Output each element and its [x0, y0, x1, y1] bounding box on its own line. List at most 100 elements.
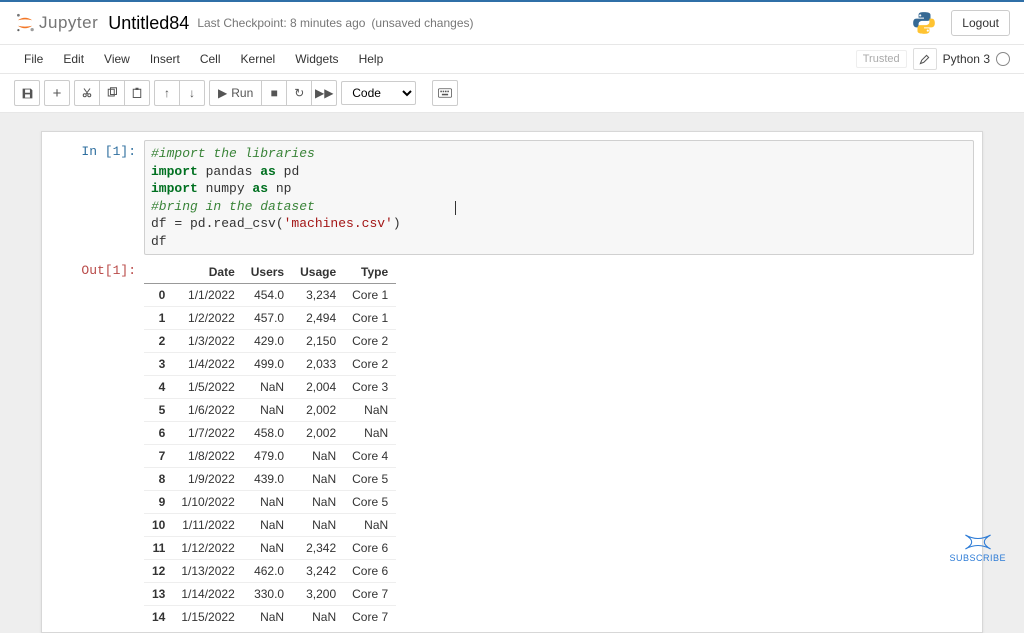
row-index: 9 [144, 491, 173, 514]
cell: Core 2 [344, 353, 396, 376]
keyboard-icon [438, 88, 452, 98]
menu-insert[interactable]: Insert [140, 48, 190, 70]
pencil-icon [919, 54, 930, 65]
menu-edit[interactable]: Edit [53, 48, 94, 70]
notebook-title[interactable]: Untitled84 [108, 13, 189, 34]
row-index: 14 [144, 606, 173, 629]
notebook-container: In [1]: #import the libraries import pan… [41, 131, 983, 633]
jupyter-icon [14, 12, 36, 34]
plus-icon: + [53, 86, 62, 101]
input-prompt: In [1]: [50, 140, 144, 255]
copy-button[interactable] [99, 80, 125, 106]
row-index: 2 [144, 330, 173, 353]
cell: 1/15/2022 [173, 606, 242, 629]
menu-cell[interactable]: Cell [190, 48, 231, 70]
row-index: 13 [144, 583, 173, 606]
cell: Core 6 [344, 560, 396, 583]
arrow-up-icon: ↑ [164, 86, 170, 100]
cell: 2,033 [292, 353, 344, 376]
cell: 429.0 [243, 330, 292, 353]
cell: 1/8/2022 [173, 445, 242, 468]
row-index: 4 [144, 376, 173, 399]
code-cell[interactable]: In [1]: #import the libraries import pan… [42, 132, 982, 259]
row-index: 0 [144, 284, 173, 307]
unsaved-text: (unsaved changes) [371, 16, 473, 30]
move-down-button[interactable]: ↓ [179, 80, 205, 106]
table-row: 71/8/2022479.0NaNCore 4 [144, 445, 396, 468]
cell: 2,342 [292, 537, 344, 560]
python-icon [911, 10, 937, 36]
restart-run-all-button[interactable]: ▶▶ [311, 80, 337, 106]
cell: 462.0 [243, 560, 292, 583]
restart-button[interactable]: ↻ [286, 80, 312, 106]
logout-button[interactable]: Logout [951, 10, 1010, 36]
row-index: 3 [144, 353, 173, 376]
insert-cell-button[interactable]: + [44, 80, 70, 106]
restart-icon: ↻ [294, 86, 304, 100]
cell: 439.0 [243, 468, 292, 491]
row-index: 8 [144, 468, 173, 491]
paste-button[interactable] [124, 80, 150, 106]
cell: 1/12/2022 [173, 537, 242, 560]
cell: NaN [292, 445, 344, 468]
cell: 499.0 [243, 353, 292, 376]
cell: Core 6 [344, 537, 396, 560]
row-index: 5 [144, 399, 173, 422]
cell: 2,494 [292, 307, 344, 330]
cell: 1/3/2022 [173, 330, 242, 353]
trusted-badge[interactable]: Trusted [856, 50, 907, 68]
fast-forward-icon: ▶▶ [315, 86, 333, 100]
notebook-header: Jupyter Untitled84 Last Checkpoint: 8 mi… [0, 2, 1024, 45]
cell: NaN [292, 468, 344, 491]
text-cursor [455, 201, 456, 215]
run-button[interactable]: ▶Run [209, 80, 262, 106]
cell: NaN [344, 514, 396, 537]
menu-widgets[interactable]: Widgets [285, 48, 348, 70]
stop-icon: ■ [271, 86, 278, 100]
col-date: Date [173, 261, 242, 284]
cell: 1/5/2022 [173, 376, 242, 399]
save-button[interactable] [14, 80, 40, 106]
code-editor[interactable]: #import the libraries import pandas as p… [144, 140, 974, 255]
cell: 1/13/2022 [173, 560, 242, 583]
cell: 1/2/2022 [173, 307, 242, 330]
menu-kernel[interactable]: Kernel [231, 48, 286, 70]
move-up-button[interactable]: ↑ [154, 80, 180, 106]
table-row: 51/6/2022NaN2,002NaN [144, 399, 396, 422]
cell: Core 7 [344, 583, 396, 606]
play-icon: ▶ [218, 86, 227, 100]
cut-button[interactable] [74, 80, 100, 106]
cell: 458.0 [243, 422, 292, 445]
cell: NaN [243, 514, 292, 537]
table-row: 21/3/2022429.02,150Core 2 [144, 330, 396, 353]
cell: Core 5 [344, 468, 396, 491]
table-row: 81/9/2022439.0NaNCore 5 [144, 468, 396, 491]
command-palette-button[interactable] [432, 80, 458, 106]
subscribe-badge: SUBSCRIBE [949, 533, 1006, 563]
edit-metadata-button[interactable] [913, 48, 937, 70]
kernel-indicator[interactable]: Python 3 [943, 52, 1010, 66]
row-index: 6 [144, 422, 173, 445]
cell: Core 3 [344, 376, 396, 399]
table-row: 01/1/2022454.03,234Core 1 [144, 284, 396, 307]
interrupt-button[interactable]: ■ [261, 80, 287, 106]
jupyter-logo[interactable]: Jupyter [14, 12, 98, 34]
cell: 3,200 [292, 583, 344, 606]
row-index: 1 [144, 307, 173, 330]
menu-file[interactable]: File [14, 48, 53, 70]
menubar: FileEditViewInsertCellKernelWidgetsHelp … [0, 45, 1024, 74]
cell: NaN [292, 514, 344, 537]
table-row: 91/10/2022NaNNaNCore 5 [144, 491, 396, 514]
cell: NaN [243, 376, 292, 399]
dna-icon [964, 533, 992, 551]
col-users: Users [243, 261, 292, 284]
menu-help[interactable]: Help [349, 48, 394, 70]
output-area: DateUsersUsageType 01/1/2022454.03,234Co… [144, 259, 974, 628]
cell-type-select[interactable]: Code [341, 81, 416, 105]
kernel-name: Python 3 [943, 52, 990, 66]
cell: Core 1 [344, 284, 396, 307]
cell: NaN [243, 491, 292, 514]
cell: 2,004 [292, 376, 344, 399]
menu-view[interactable]: View [94, 48, 140, 70]
col-type: Type [344, 261, 396, 284]
